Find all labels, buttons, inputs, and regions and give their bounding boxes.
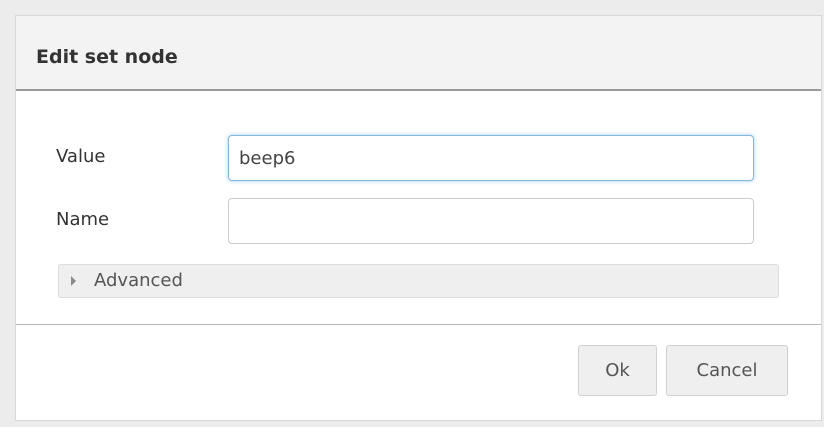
value-label: Value bbox=[56, 146, 106, 167]
advanced-label: Advanced bbox=[94, 270, 183, 291]
caret-right-icon bbox=[71, 276, 76, 286]
cancel-button[interactable]: Cancel bbox=[666, 345, 788, 396]
name-input[interactable] bbox=[228, 198, 754, 244]
footer-divider bbox=[16, 324, 821, 325]
name-label: Name bbox=[56, 209, 110, 230]
value-input[interactable] bbox=[228, 135, 754, 181]
dialog-title: Edit set node bbox=[36, 46, 178, 68]
ok-button[interactable]: Ok bbox=[578, 345, 657, 396]
edit-set-node-dialog: Edit set node Value Name Advanced Ok Can… bbox=[16, 16, 821, 420]
advanced-toggle[interactable]: Advanced bbox=[58, 264, 779, 298]
dialog-header: Edit set node bbox=[16, 16, 821, 91]
